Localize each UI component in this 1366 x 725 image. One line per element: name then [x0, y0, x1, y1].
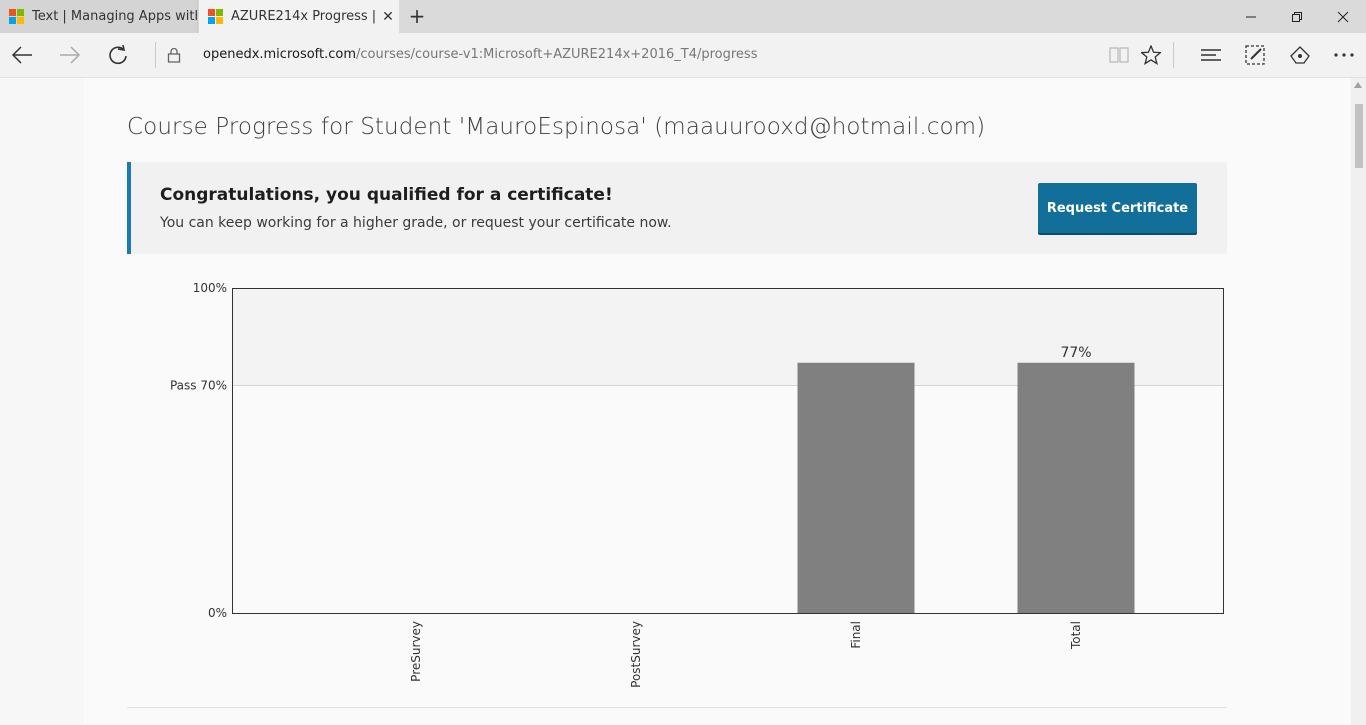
grade-chart: 100% Pass 70% 0% PreSurvey PostSurvey Final 77… [170, 281, 1224, 688]
x-tick-label: Final [849, 621, 863, 649]
data-label: 77% [1060, 345, 1091, 361]
page-title: Course Progress for Student 'MauroEspino… [127, 114, 986, 140]
browser-navbar: openedx.microsoft.com/courses/course-v1:… [0, 33, 1366, 78]
microsoft-logo-icon [208, 9, 223, 24]
y-tick-label: Pass 70% [170, 379, 227, 393]
scrollbar[interactable] [1351, 78, 1366, 725]
hub-icon[interactable] [1189, 33, 1233, 77]
close-tab-icon[interactable]: ✕ [377, 9, 399, 25]
close-window-icon[interactable] [1320, 0, 1366, 33]
request-certificate-button[interactable]: Request Certificate [1038, 183, 1197, 233]
forward-icon[interactable] [48, 33, 92, 77]
y-tick-label: 0% [208, 606, 227, 620]
scroll-up-icon[interactable] [1354, 82, 1362, 88]
certificate-message: You can keep working for a higher grade,… [160, 215, 672, 231]
bar-total [1017, 362, 1135, 613]
x-tick-label: Total [1069, 621, 1083, 650]
url-path: /courses/course-v1:Microsoft+AZURE214x+2… [356, 47, 758, 62]
share-icon[interactable] [1278, 33, 1322, 77]
tab-title: AZURE214x Progress | M [231, 9, 377, 24]
bar-final [797, 362, 915, 613]
browser-titlebar: Text | Managing Apps with A AZURE214x Pr… [0, 0, 1366, 33]
x-tick-label: PostSurvey [629, 621, 643, 688]
certificate-banner: Congratulations, you qualified for a cer… [127, 162, 1227, 254]
more-icon[interactable] [1322, 33, 1366, 77]
certificate-heading: Congratulations, you qualified for a cer… [160, 185, 613, 205]
address-bar[interactable]: openedx.microsoft.com/courses/course-v1:… [203, 47, 757, 62]
new-tab-icon[interactable]: + [405, 5, 429, 27]
divider [127, 707, 1227, 708]
restore-icon[interactable] [1274, 0, 1320, 33]
back-icon[interactable] [0, 33, 44, 77]
favorite-star-icon[interactable] [1129, 33, 1173, 77]
browser-tab-active[interactable]: AZURE214x Progress | M ✕ [199, 0, 399, 33]
minimize-icon[interactable] [1228, 0, 1274, 33]
y-tick-label: 100% [193, 281, 227, 295]
web-note-icon[interactable] [1233, 33, 1277, 77]
lock-icon[interactable] [152, 33, 196, 77]
browser-tab-inactive[interactable]: Text | Managing Apps with A [0, 0, 198, 33]
scrollbar-thumb[interactable] [1355, 104, 1363, 168]
microsoft-logo-icon [9, 9, 24, 24]
tab-title: Text | Managing Apps with A [32, 9, 197, 24]
refresh-icon[interactable] [96, 33, 140, 77]
x-tick-label: PreSurvey [409, 621, 423, 682]
url-domain: openedx.microsoft.com [203, 47, 357, 62]
